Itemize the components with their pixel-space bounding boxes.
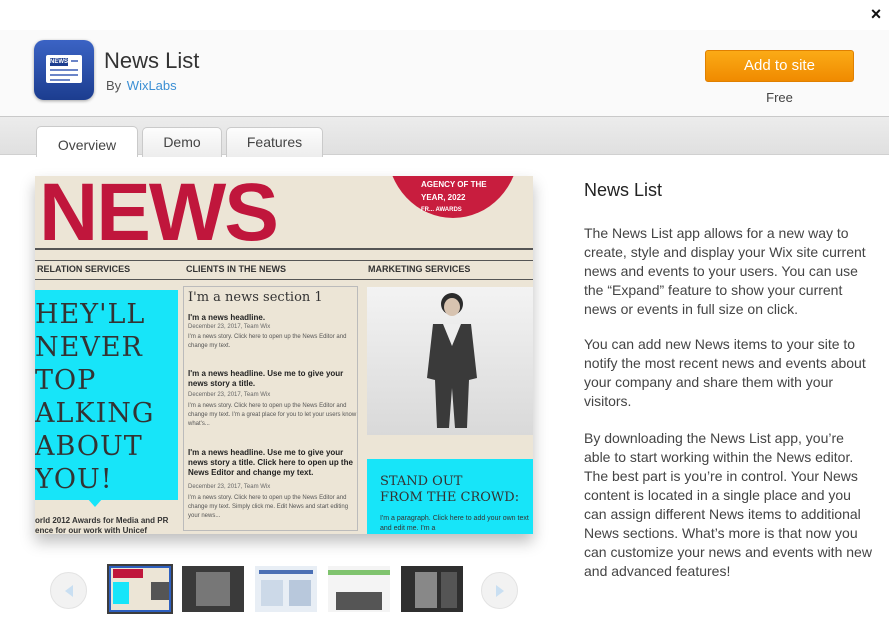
preview-section-label: RELATION SERVICES (37, 264, 131, 274)
tab-overview[interactable]: Overview (36, 126, 138, 157)
app-developer: By WixLabs (106, 78, 177, 93)
thumbnail[interactable] (109, 566, 171, 612)
preview-news-section: I'm a news section 1 (188, 290, 323, 305)
thumbnail[interactable] (182, 566, 244, 612)
preview-section-label: MARKETING SERVICES (368, 264, 471, 274)
chevron-right-icon (496, 585, 504, 597)
preview-footer-text: orld 2012 Awards for Media and PR ence f… (35, 516, 169, 534)
newspaper-icon: NEWS (34, 40, 94, 100)
preview-quote: HEY'LL NEVER TOP ALKING ABOUT YOU! (35, 299, 155, 495)
preview-meta: December 23, 2017, Team Wix (188, 392, 271, 398)
thumbnail[interactable] (328, 566, 390, 612)
price-label: Free (766, 90, 793, 105)
preview-headline: I'm a news headline. (188, 313, 266, 322)
chevron-left-icon (65, 585, 73, 597)
description-paragraph: You can add new News items to your site … (584, 336, 866, 409)
carousel-next-button[interactable] (481, 572, 518, 609)
close-icon[interactable]: × (866, 4, 886, 24)
app-header: NEWS News List By WixLabs Add to site Fr… (0, 30, 889, 116)
preview-headline: I'm a news headline. Use me to give your… (188, 448, 353, 477)
app-icon-label: NEWS (50, 58, 68, 66)
tab-demo[interactable]: Demo (142, 127, 222, 157)
preview-cta-title: STAND OUT FROM THE CROWD: (380, 474, 520, 505)
award-badge-text: AGENCY OF THE YEAR, 2022 FR... AWARDS (421, 180, 487, 213)
preview-body: I'm a news story. Click here to open up … (188, 403, 357, 427)
tab-bar: Overview Demo Features (0, 116, 889, 157)
app-title: News List (104, 48, 200, 73)
preview-headline: I'm a news headline. Use me to give your… (188, 369, 344, 388)
preview-section-label: CLIENTS IN THE NEWS (186, 264, 287, 274)
description-paragraph: The News List app allows for a new way t… (584, 225, 866, 317)
thumbnail[interactable] (401, 566, 463, 612)
carousel-prev-button[interactable] (50, 572, 87, 609)
screenshot-preview: AGENCY OF THE YEAR, 2022 FR... AWARDS NE… (35, 176, 533, 534)
man-photo-image (427, 293, 477, 428)
preview-body: I'm a news story. Click here to open up … (188, 495, 349, 519)
preview-meta: December 23, 2017, Team Wix (188, 484, 271, 490)
by-label: By (106, 78, 122, 93)
developer-link[interactable]: WixLabs (127, 78, 177, 93)
preview-cta-text: I'm a paragraph. Click here to add your … (380, 515, 529, 532)
description-title: News List (584, 180, 663, 200)
tab-features[interactable]: Features (226, 127, 323, 157)
preview-body: I'm a news story. Click here to open up … (188, 334, 347, 349)
add-to-site-button[interactable]: Add to site (705, 50, 854, 82)
description-paragraph: By downloading the News List app, you’re… (584, 430, 872, 579)
thumbnail[interactable] (255, 566, 317, 612)
preview-meta: December 23, 2017, Team Wix (188, 324, 271, 330)
